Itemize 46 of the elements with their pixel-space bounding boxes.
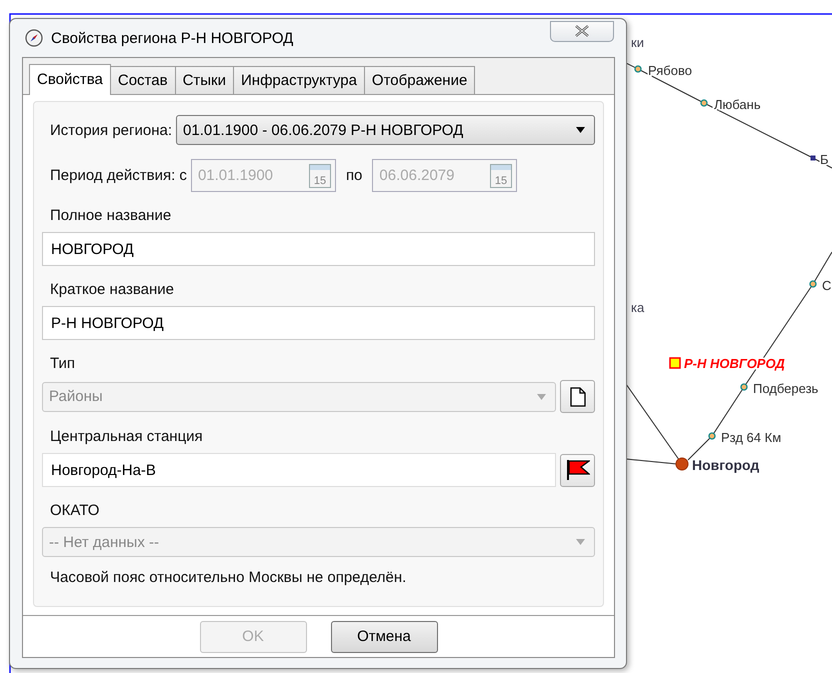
tab[interactable]: Отображение [364, 66, 476, 94]
field-label: Центральная станция [49, 428, 204, 445]
tab[interactable]: Стыки [174, 66, 234, 94]
map-label: Подберезь [753, 381, 818, 396]
document-icon [570, 386, 586, 406]
station-marker[interactable] [708, 432, 716, 440]
dropdown-arrow-icon [537, 394, 546, 400]
map-label: Рябово [648, 63, 692, 78]
tab[interactable]: Свойства [29, 64, 111, 95]
field-label: по [344, 167, 364, 184]
history-dropdown[interactable]: 01.01.1900 - 06.06.2079 Р-Н НОВГОРОД [176, 115, 595, 145]
compass-icon [25, 29, 43, 47]
input-field[interactable]: Р-Н НОВГОРОД [42, 306, 595, 340]
map-label: С [822, 278, 832, 293]
station-marker[interactable] [700, 99, 708, 107]
close-button[interactable] [550, 20, 614, 42]
map-label: ка [631, 300, 644, 315]
junction-marker[interactable] [810, 156, 816, 160]
station-marker[interactable] [634, 65, 642, 73]
field-label: Краткое название [49, 281, 176, 298]
dropdown-arrow-icon [576, 127, 585, 133]
flag-button[interactable] [560, 454, 595, 486]
map-label: Б [820, 152, 829, 167]
field-label: Тип [49, 355, 76, 372]
flag-icon [566, 459, 590, 481]
tab[interactable]: Состав [110, 66, 176, 94]
map-label: Рзд 64 Км [721, 430, 782, 445]
region-marker[interactable] [669, 357, 681, 369]
input-field[interactable]: НОВГОРОД [42, 232, 595, 266]
dropdown-arrow-icon [576, 539, 585, 545]
new-document-button[interactable] [560, 380, 595, 413]
field-label: ОКАТО [49, 502, 100, 519]
window-title: Свойства региона Р-Н НОВГОРОД [51, 30, 294, 46]
input-field[interactable]: Новгород-На-В [42, 453, 556, 487]
field-label: Полное название [49, 207, 172, 224]
timezone-note: Часовой пояс относительно Москвы не определён. [49, 569, 408, 586]
station-marker[interactable] [809, 280, 817, 288]
field-label: Период действия: с [49, 167, 187, 184]
field-label: История региона: [49, 122, 172, 138]
close-icon [574, 25, 590, 37]
map-label: Любань [714, 97, 761, 112]
station-marker[interactable] [740, 383, 748, 391]
cancel-button[interactable]: Отмена [330, 620, 438, 652]
tab[interactable]: Инфраструктура [233, 66, 365, 94]
map-label: ки [631, 35, 644, 50]
map-label: Новгород [692, 457, 760, 473]
